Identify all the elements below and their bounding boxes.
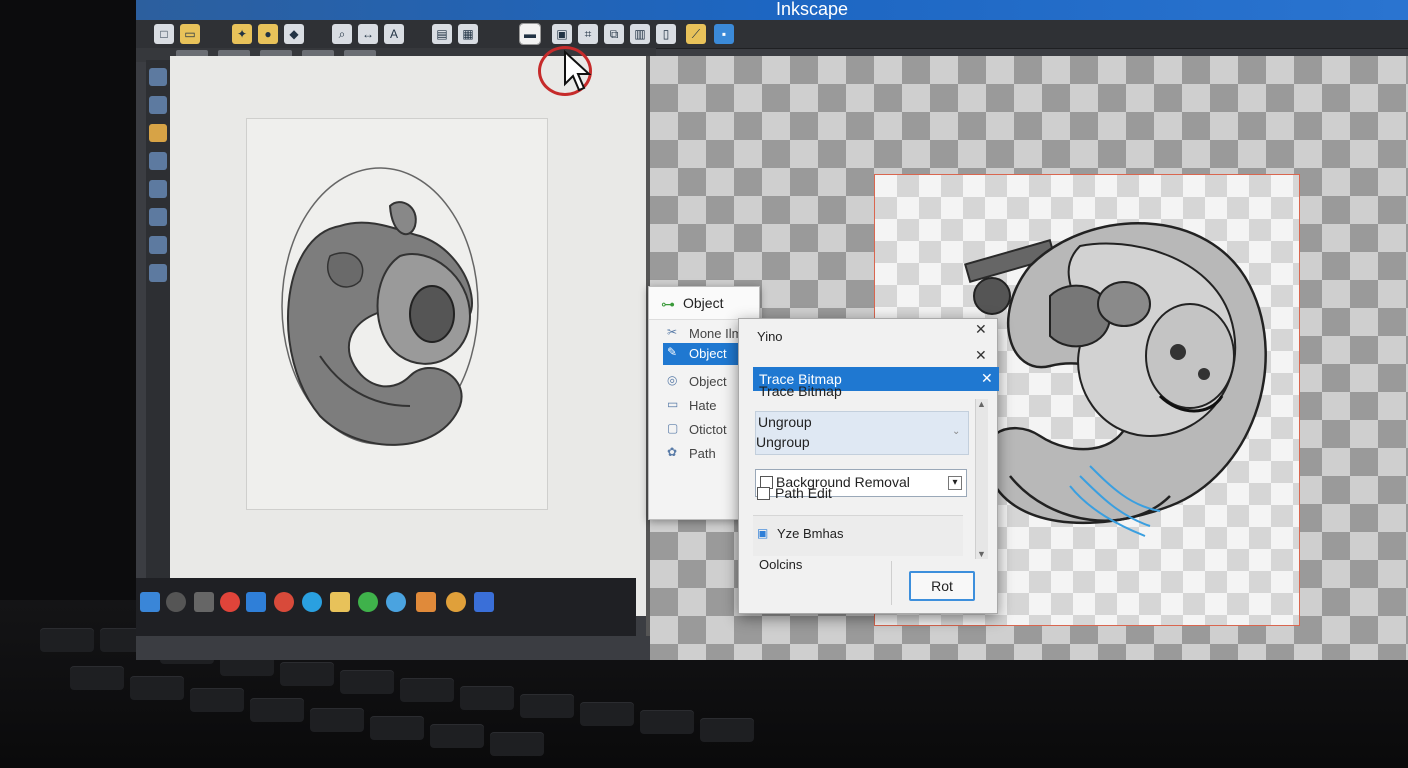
footer-separator — [891, 561, 892, 605]
chrome-icon[interactable] — [220, 592, 240, 612]
inkscape-taskbar-icon[interactable] — [474, 592, 494, 612]
object-panel-header: ⊶ Object — [649, 287, 759, 320]
select-tool-icon[interactable] — [149, 68, 167, 86]
app-green-icon[interactable] — [358, 592, 378, 612]
document-icon[interactable]: ▯ — [656, 24, 676, 44]
scissors-icon: ✂ — [667, 325, 678, 339]
path-edit-label: Path Edit — [775, 485, 832, 501]
trace-bitmap-dialog: Yino ✕ ✕ Trace Bitmap ✕ Trace Bitmap Ung… — [738, 318, 999, 614]
ok-button[interactable]: Rot — [909, 571, 975, 601]
copy-icon[interactable]: ⧉ — [604, 24, 624, 44]
options-label: Oolcins — [759, 557, 803, 572]
pencil-icon: ✎ — [667, 345, 678, 359]
close-icon-secondary[interactable]: ✕ — [975, 347, 987, 364]
crop-icon[interactable]: ⌗ — [578, 24, 598, 44]
new-icon[interactable]: □ — [154, 24, 174, 44]
layers-icon[interactable]: ▥ — [630, 24, 650, 44]
source-bitmap-sketch — [281, 167, 479, 446]
pen-tool-icon[interactable] — [149, 208, 167, 226]
chevron-down-icon[interactable]: ⌄ — [952, 426, 960, 437]
object-link-icon: ⊶ — [661, 296, 675, 312]
size-label: Yze Bmhas — [777, 526, 844, 541]
edge-icon[interactable] — [302, 592, 322, 612]
export-icon[interactable]: ▦ — [458, 24, 478, 44]
window-title: Inkscape — [776, 0, 849, 19]
image-icon[interactable]: ▣ — [552, 24, 572, 44]
object-icon: ◎ — [667, 373, 678, 387]
taskbar — [136, 578, 636, 636]
size-section: ▣ Yze Bmhas — [753, 515, 963, 556]
box-icon: ▢ — [667, 421, 679, 435]
folder-icon[interactable] — [330, 592, 350, 612]
store-icon[interactable] — [246, 592, 266, 612]
ungroup-list[interactable]: Ungroup Ungroup ⌄ — [755, 411, 969, 455]
app-orange-icon[interactable] — [416, 592, 436, 612]
dialog-top-label: Yino — [757, 329, 783, 344]
text-tool-sidebar-icon[interactable] — [149, 236, 167, 254]
tool-sidebar — [146, 60, 170, 580]
search-icon[interactable] — [166, 592, 186, 612]
save-icon[interactable]: ▪ — [714, 24, 734, 44]
dropper-tool-icon[interactable] — [149, 264, 167, 282]
page-icon: ▭ — [667, 397, 679, 411]
zoom-tool-icon[interactable] — [149, 152, 167, 170]
brush-icon[interactable]: ⟋ — [686, 24, 706, 44]
browser-icon[interactable] — [386, 592, 406, 612]
title-bar: Inkscape — [136, 0, 1408, 20]
shape-tool-icon[interactable] — [149, 124, 167, 142]
printer-icon[interactable]: ▤ — [432, 24, 452, 44]
start-icon[interactable] — [140, 592, 160, 612]
main-toolbar: □ ▭ ✦ ● ◆ ⌕ ↔ A ▤ ▦ ▬ ▣ ⌗ ⧉ ▥ ▯ ⟋ ▪ — [136, 20, 1408, 49]
node-tool-icon[interactable] — [149, 96, 167, 114]
close-selection-icon[interactable]: ✕ — [981, 370, 993, 387]
size-icon: ▣ — [757, 526, 769, 540]
dropdown-icon[interactable]: ▾ — [948, 476, 962, 490]
ungroup-option-2[interactable]: Ungroup — [756, 434, 810, 450]
open-icon[interactable]: ▭ — [180, 24, 200, 44]
trace-bitmap-label: Trace Bitmap — [759, 383, 842, 399]
text-tool-icon[interactable]: A — [384, 24, 404, 44]
trace-bitmap-icon[interactable]: ▬ — [519, 23, 541, 45]
transform-icon[interactable]: ↔ — [358, 24, 378, 44]
node-icon[interactable]: ◆ — [284, 24, 304, 44]
zoom-icon[interactable]: ⌕ — [332, 24, 352, 44]
bulb-icon[interactable]: ● — [258, 24, 278, 44]
task-view-icon[interactable] — [194, 592, 214, 612]
firefox-icon[interactable] — [446, 592, 466, 612]
object-panel-title: Object — [683, 295, 724, 311]
dialog-scrollbar[interactable]: ▲ ▼ — [975, 399, 988, 559]
app-red-icon[interactable] — [274, 592, 294, 612]
path-edit-checkbox[interactable] — [757, 487, 770, 500]
star-icon[interactable]: ✦ — [232, 24, 252, 44]
close-icon[interactable]: ✕ — [975, 321, 987, 338]
mouse-pointer-icon — [564, 50, 592, 92]
measure-tool-icon[interactable] — [149, 180, 167, 198]
source-canvas[interactable] — [170, 56, 646, 616]
ungroup-option-1[interactable]: Ungroup — [758, 414, 812, 430]
path-icon: ✿ — [667, 445, 678, 459]
